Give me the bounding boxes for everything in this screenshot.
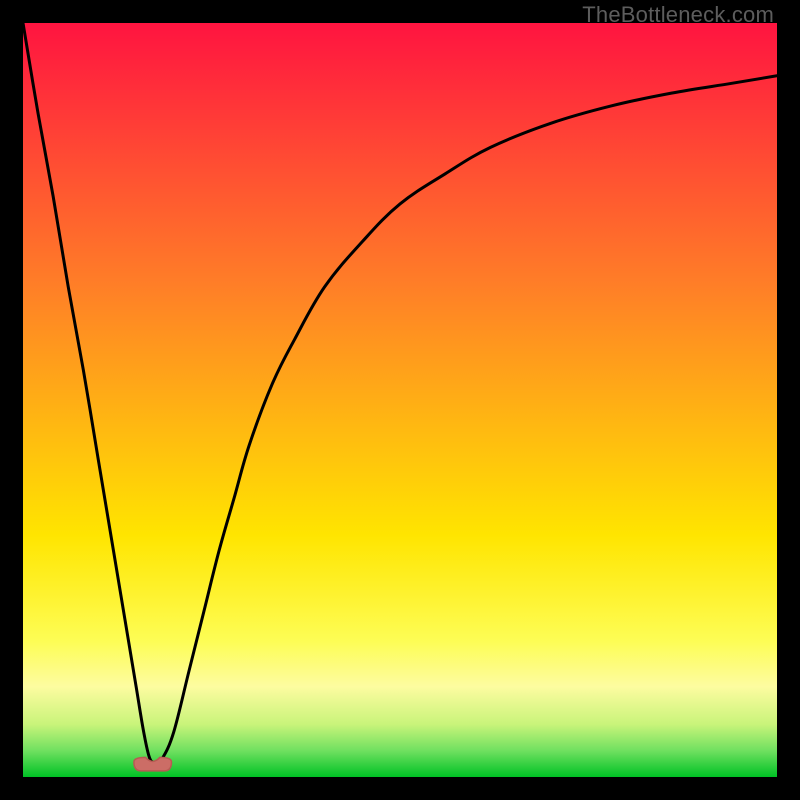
watermark-text: TheBottleneck.com <box>582 2 774 28</box>
chart-frame <box>23 23 777 777</box>
gradient-background <box>23 23 777 777</box>
bottleneck-plot <box>23 23 777 777</box>
